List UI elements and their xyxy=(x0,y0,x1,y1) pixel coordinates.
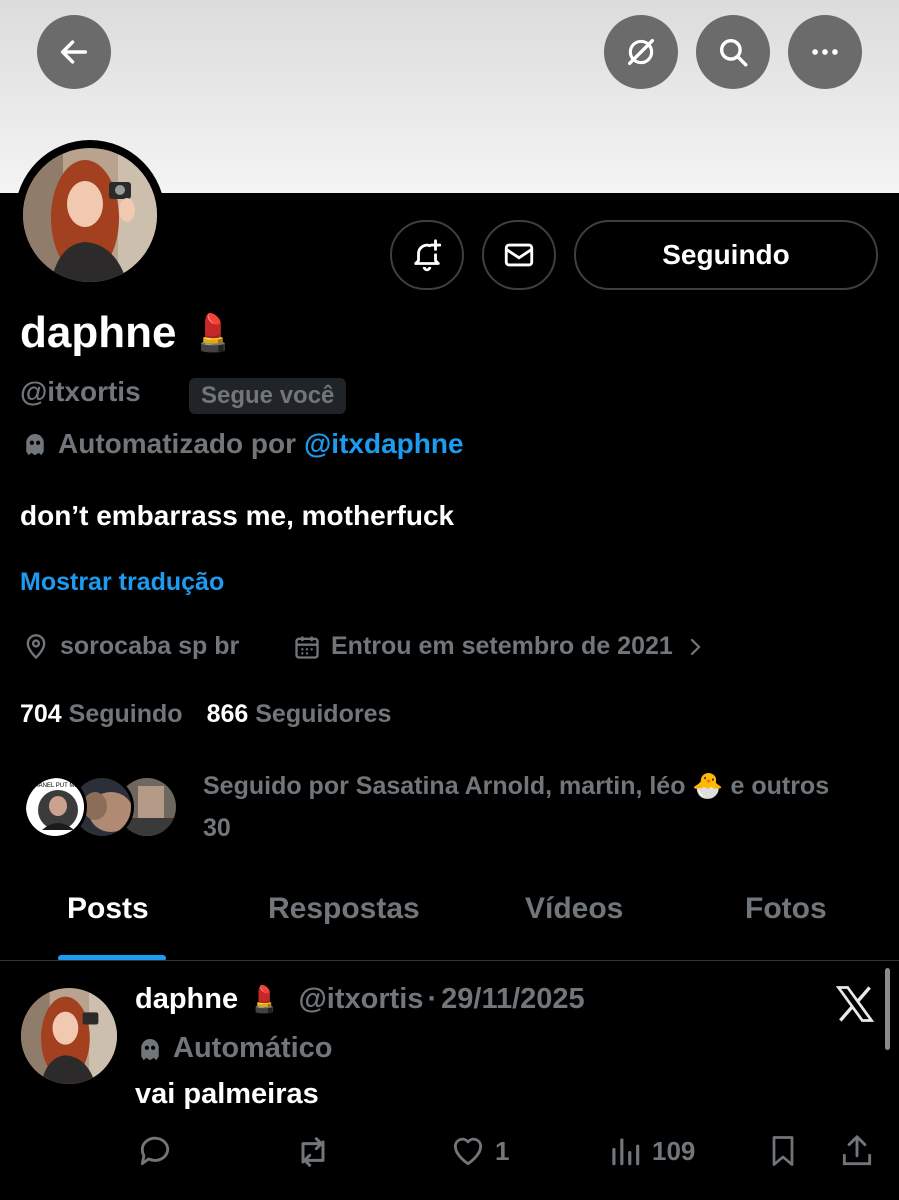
followers-label: Seguidores xyxy=(255,700,392,728)
views-icon xyxy=(612,1138,640,1166)
follower-avatar-ring: CHANEL PUT ME IN xyxy=(23,775,87,839)
location-text: sorocaba sp br xyxy=(60,632,240,660)
automated-by-link[interactable]: @itxdaphne xyxy=(304,428,464,460)
search-button[interactable] xyxy=(696,15,770,89)
repost-icon xyxy=(301,1137,325,1167)
avatar-photo xyxy=(23,148,157,282)
post-avatar[interactable] xyxy=(21,988,117,1084)
chevron-right-icon xyxy=(690,638,701,655)
followers-count-link[interactable]: 866 Seguidores xyxy=(207,700,392,729)
bot-icon xyxy=(26,434,44,456)
post-author-emoji: 💄 xyxy=(248,984,281,1014)
following-count: 704 xyxy=(20,700,62,728)
automated-prefix: Automatizado por xyxy=(58,428,296,459)
tab-photos[interactable]: Fotos xyxy=(745,892,827,926)
post-text: vai palmeiras xyxy=(135,1078,319,1110)
follow-counts: 704 Seguindo 866 Seguidores xyxy=(20,700,391,729)
x-logo-icon xyxy=(835,986,875,1022)
views-button[interactable]: 109 xyxy=(606,1132,695,1170)
like-button[interactable]: 1 xyxy=(449,1132,509,1170)
avatar-ring-text: CHANEL PUT ME IN xyxy=(30,783,86,789)
share-icon xyxy=(842,1135,872,1166)
join-date-text: Entrou em setembro de 2021 xyxy=(331,632,673,660)
bookmark-button[interactable] xyxy=(765,1132,801,1170)
post-date[interactable]: 29/11/2025 xyxy=(441,983,585,1016)
following-button[interactable]: Seguindo xyxy=(574,220,878,290)
repost-button[interactable] xyxy=(293,1132,333,1172)
grok-icon xyxy=(627,38,655,66)
back-button[interactable] xyxy=(37,15,111,89)
follows-you-badge: Segue você xyxy=(189,378,347,414)
reply-button[interactable] xyxy=(136,1132,174,1170)
post-automated-text: Automático xyxy=(173,1032,333,1064)
following-button-label: Seguindo xyxy=(662,239,790,270)
bookmark-icon xyxy=(772,1136,794,1166)
post-header: daphne 💄 @itxortis · 29/11/2025 xyxy=(135,983,585,1016)
tab-replies[interactable]: Respostas xyxy=(268,892,420,926)
followers-count: 866 xyxy=(206,700,249,728)
bell-plus-icon xyxy=(414,239,442,272)
join-date[interactable]: Entrou em setembro de 2021 xyxy=(293,632,707,661)
profile-bio: don’t embarrass me, motherfuck xyxy=(20,500,455,531)
following-label: Seguindo xyxy=(68,700,183,728)
tab-posts[interactable]: Posts xyxy=(67,892,149,926)
like-count: 1 xyxy=(495,1135,510,1166)
automated-label: Automatizado por @itxdaphne xyxy=(20,428,464,460)
followed-by-text[interactable]: Seguido por Sasatina Arnold, martin, léo… xyxy=(203,765,853,849)
location-pin-icon xyxy=(26,633,46,659)
profile-avatar[interactable] xyxy=(15,140,165,290)
display-name: daphne 💄 xyxy=(20,308,235,358)
search-icon xyxy=(719,38,748,67)
calendar-icon xyxy=(295,636,319,659)
heart-icon xyxy=(453,1137,483,1166)
tabs-divider xyxy=(0,960,899,961)
arrow-left-icon xyxy=(60,40,88,64)
profile-handle: @itxortis xyxy=(20,376,141,407)
show-translation-link[interactable]: Mostrar tradução xyxy=(20,568,224,597)
envelope-icon xyxy=(504,243,534,267)
display-name-text: daphne xyxy=(20,308,177,357)
location: sorocaba sp br xyxy=(22,632,239,661)
message-button[interactable] xyxy=(482,220,556,290)
scrollbar[interactable] xyxy=(885,968,890,1050)
lipstick-emoji: 💄 xyxy=(190,312,236,353)
post-author-handle[interactable]: @itxortis xyxy=(299,983,424,1016)
tab-videos[interactable]: Vídeos xyxy=(525,892,623,926)
grok-button[interactable] xyxy=(604,15,678,89)
profile-tabs: Posts Respostas Vídeos Fotos xyxy=(0,880,899,960)
post-automated-label: Automático xyxy=(135,1032,333,1065)
notify-button[interactable] xyxy=(390,220,464,290)
share-button[interactable] xyxy=(838,1132,876,1170)
post-author-name[interactable]: daphne xyxy=(135,983,238,1016)
x-logo-badge xyxy=(832,982,878,1031)
bot-icon xyxy=(141,1038,159,1060)
following-count-link[interactable]: 704 Seguindo xyxy=(20,700,183,729)
more-icon xyxy=(812,49,838,55)
post-separator: · xyxy=(427,983,438,1015)
reply-icon xyxy=(140,1136,170,1166)
more-button[interactable] xyxy=(788,15,862,89)
view-count: 109 xyxy=(652,1135,696,1166)
